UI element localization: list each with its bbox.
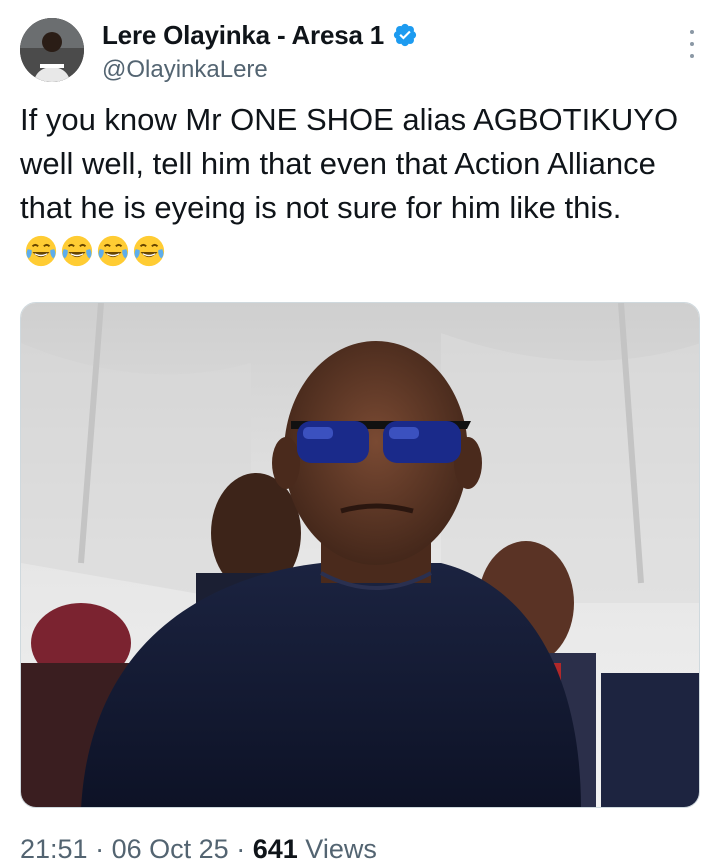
more-options-icon[interactable] xyxy=(684,30,700,58)
verified-badge-icon xyxy=(392,22,418,48)
views-count: 641 xyxy=(252,834,298,864)
face-with-tears-of-joy-icon xyxy=(60,234,94,268)
meta-separator: · xyxy=(236,834,246,864)
views-label: Views xyxy=(305,834,377,864)
more-dot xyxy=(690,54,694,58)
author-handle[interactable]: @OlayinkaLere xyxy=(102,56,268,84)
face-with-tears-of-joy-icon xyxy=(24,234,58,268)
face-with-tears-of-joy-icon xyxy=(132,234,166,268)
tweet-photo[interactable] xyxy=(20,302,700,808)
tweet-header: Lere Olayinka - Aresa 1 @OlayinkaLere xyxy=(20,16,700,86)
tweet-time[interactable]: 21:51 xyxy=(20,834,88,864)
tweet-meta: 21:51 · 06 Oct 25 · 641 Views xyxy=(20,832,377,866)
more-dot xyxy=(690,42,694,46)
author-display-name[interactable]: Lere Olayinka - Aresa 1 xyxy=(102,20,384,50)
tweet-card: Lere Olayinka - Aresa 1 @OlayinkaLere If… xyxy=(0,0,720,868)
more-dot xyxy=(690,30,694,34)
tweet-date[interactable]: 06 Oct 25 xyxy=(112,834,229,864)
avatar[interactable] xyxy=(20,18,84,82)
meta-separator: · xyxy=(95,834,105,864)
tweet-text: If you know Mr ONE SHOE alias AGBOTIKUYO… xyxy=(20,102,687,225)
emoji-row xyxy=(24,234,166,268)
tweet-text-block: If you know Mr ONE SHOE alias AGBOTIKUYO… xyxy=(20,98,700,274)
name-row: Lere Olayinka - Aresa 1 xyxy=(102,20,418,50)
face-with-tears-of-joy-icon xyxy=(96,234,130,268)
